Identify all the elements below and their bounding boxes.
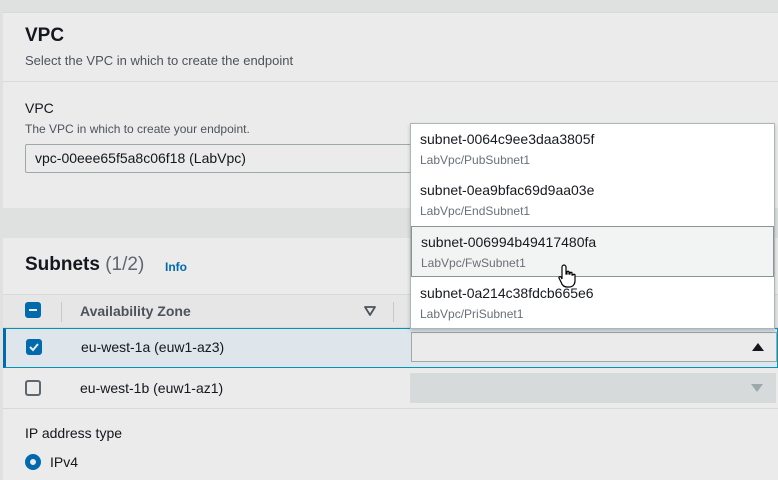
- dropdown-option-hovered[interactable]: subnet-006994b49417480fa LabVpc/FwSubnet…: [411, 226, 774, 277]
- row-checkbox[interactable]: [26, 339, 42, 355]
- caret-down-icon: [751, 384, 763, 392]
- option-subnet-tag: LabVpc/PubSubnet1: [420, 153, 531, 167]
- dropdown-option[interactable]: subnet-0ea9bfac69d9aa03e LabVpc/EndSubne…: [411, 175, 774, 226]
- row-availability-zone: eu-west-1a (euw1-az3): [81, 339, 225, 355]
- dropdown-option[interactable]: subnet-0a214c38fdcb665e6 LabVpc/PriSubne…: [411, 278, 774, 329]
- row-checkbox[interactable]: [25, 380, 41, 396]
- subnets-title: Subnets (1/2): [25, 254, 144, 276]
- row-availability-zone: eu-west-1b (euw1-az1): [80, 380, 224, 396]
- option-subnet-id: subnet-0064c9ee3daa3805f: [420, 131, 595, 147]
- info-link[interactable]: Info: [165, 260, 187, 274]
- column-header-availability-zone[interactable]: Availability Zone: [80, 303, 191, 319]
- vpc-section-title: VPC: [25, 25, 65, 46]
- subnet-dropdown-list: subnet-0064c9ee3daa3805f LabVpc/PubSubne…: [410, 123, 775, 329]
- ip-address-type-section: IP address type IPv4: [3, 408, 778, 480]
- ip-address-type-label: IP address type: [25, 425, 123, 441]
- divider: [3, 81, 778, 82]
- option-subnet-tag: LabVpc/FwSubnet1: [421, 256, 526, 270]
- table-row[interactable]: eu-west-1b (euw1-az1): [3, 369, 778, 409]
- subnet-select-disabled: [410, 373, 776, 403]
- vpc-field-description: The VPC in which to create your endpoint…: [25, 122, 250, 136]
- table-row[interactable]: eu-west-1a (euw1-az3): [3, 328, 778, 368]
- check-icon: [29, 343, 39, 352]
- vpc-field-label: VPC: [25, 100, 54, 116]
- option-subnet-id: subnet-0ea9bfac69d9aa03e: [420, 182, 595, 198]
- dropdown-option[interactable]: subnet-0064c9ee3daa3805f LabVpc/PubSubne…: [411, 124, 774, 175]
- option-subnet-tag: LabVpc/PriSubnet1: [420, 307, 524, 321]
- hand-pointer-icon: [558, 264, 576, 288]
- vpc-section-description: Select the VPC in which to create the en…: [25, 53, 294, 68]
- option-subnet-tag: LabVpc/EndSubnet1: [420, 204, 531, 218]
- subnets-count: (1/2): [105, 254, 145, 275]
- ipv4-radio[interactable]: [25, 454, 41, 470]
- select-all-checkbox[interactable]: [25, 302, 41, 318]
- sort-down-icon[interactable]: [364, 306, 376, 316]
- column-separator: [61, 302, 62, 322]
- vpc-select[interactable]: vpc-00eee65f5a8c06f18 (LabVpc): [25, 144, 445, 173]
- option-subnet-id: subnet-006994b49417480fa: [421, 234, 597, 250]
- subnet-select[interactable]: [411, 332, 777, 362]
- ipv4-radio-label[interactable]: IPv4: [50, 454, 78, 470]
- subnets-title-text: Subnets: [25, 254, 100, 275]
- column-separator: [393, 302, 394, 322]
- caret-up-icon: [752, 343, 764, 351]
